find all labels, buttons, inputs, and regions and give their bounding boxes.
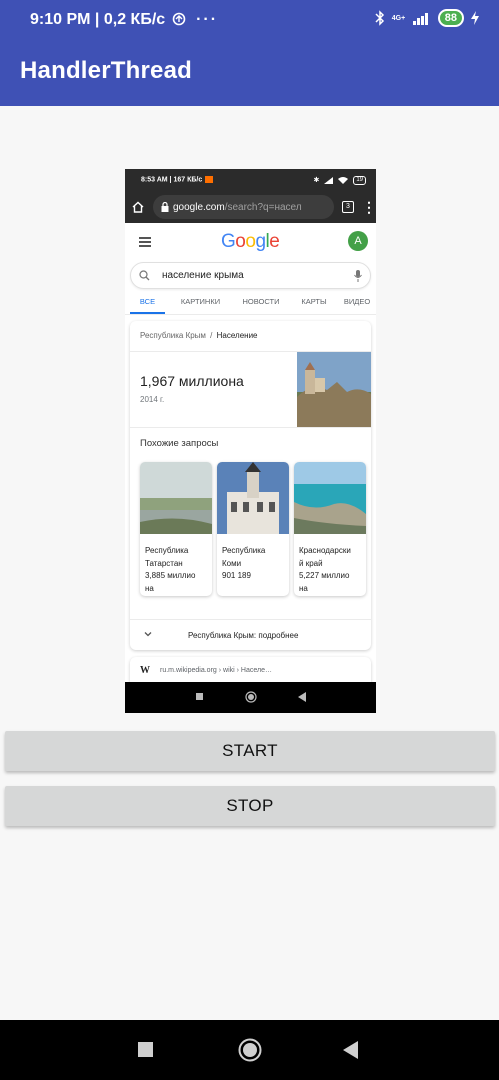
preview-status-icons: ✱ 19 [313,175,366,185]
stop-button[interactable]: STOP [5,786,495,826]
preview-time: 8:53 AM [141,176,168,184]
breadcrumb-current: Население [216,331,258,340]
circle-icon [245,691,257,703]
breadcrumb-parent: Республика Крым [140,331,206,340]
more-row: Республика Крым: подробнее [130,619,371,650]
navigation-bar [0,1020,499,1080]
url-path: /search?q=насел [224,201,302,213]
bluetooth-icon: ✱ [313,177,320,184]
menu-dots-icon: ⋮ [362,199,376,215]
status-text: 9:10 PM | 0,2 КБ/с ··· [30,11,218,29]
status-separator: | [94,11,100,28]
breadcrumb: Республика Крым / Население [130,321,371,352]
back-button[interactable] [343,1041,359,1059]
tabs-count-icon: 3 [342,201,354,213]
castle-photo [297,352,371,427]
google-header: Google A [125,223,376,259]
krasnodar-photo [294,462,366,534]
google-logo-letter: o [245,231,256,252]
population-year: 2014 г. [140,395,165,404]
address-bar: google.com/search?q=насел 3 ⋮ [125,191,376,223]
avatar: A [348,231,368,251]
recents-button[interactable] [138,1042,154,1058]
population-value: 1,967 миллиона [140,373,244,389]
related-line: й край [299,558,323,568]
tab-all: ВСЕ [130,295,165,314]
tab-maps: КАРТЫ [301,297,327,306]
screenshot-preview: 8:53 AM | 167 КБ/с ✱ 19 google.com/searc… [125,169,376,713]
google-logo-letter: g [255,231,266,252]
network-label: 4G+ [391,14,406,22]
preview-speed: 167 КБ/с [173,176,203,184]
status-speed: 0,2 КБ/с [103,11,166,28]
more-dots: ··· [196,11,219,28]
related-line: Республика [145,546,189,555]
wifi-icon [338,176,349,184]
tab-images: КАРТИНКИ [180,297,221,306]
signal-icon [412,12,428,25]
preview-nav-bar [125,682,376,713]
url-domain: google.com [173,201,225,213]
tab-video: ВИДЕО [343,297,371,306]
battery-indicator: 88 [437,9,464,27]
url-field: google.com/search?q=насел [153,195,334,219]
google-logo-letter: G [221,231,236,252]
sync-icon [172,12,185,26]
preview-battery: 19 [353,175,366,185]
lock-icon [161,202,169,212]
app-title: HandlerThread [20,57,192,84]
related-line: Республика [222,546,266,555]
google-logo: Google [221,231,280,253]
related-line: Татарстан [145,558,183,568]
search-tabs: ВСЕ КАРТИНКИ НОВОСТИ КАРТЫ ВИДЕО [125,295,376,315]
hamburger-icon [139,237,151,249]
population-block: 1,967 миллиона 2014 г. [130,352,371,428]
status-bar: 9:10 PM | 0,2 КБ/с ··· 4G+ 88 [0,0,499,36]
related-line: 901 189 [222,571,251,580]
related-title: Похожие запросы [140,438,219,449]
related-line: 5,227 миллио [299,571,350,580]
home-button[interactable] [238,1038,262,1062]
back-icon [298,692,306,702]
status-time: 9:10 PM [30,11,91,28]
preview-status-bar: 8:53 AM | 167 КБ/с ✱ 19 [125,169,376,191]
google-logo-letter: e [269,231,280,252]
related-line: Коми [222,558,242,568]
chevron-down-icon [144,632,152,637]
search-query: население крыма [162,270,244,281]
related-line: 3,885 миллио [145,571,196,580]
mic-icon [354,269,362,282]
wikipedia-logo: W [140,665,150,676]
home-icon [132,201,144,213]
breadcrumb-separator: / [210,331,213,340]
app-header: 9:10 PM | 0,2 КБ/с ··· 4G+ 88 HandlerThr [0,0,499,106]
google-logo-letter: o [235,231,246,252]
status-icons: 4G+ 88 [375,9,479,27]
wiki-url: ru.m.wikipedia.org › wiki › Населе… [160,667,272,674]
tatarstan-photo [140,462,212,534]
related-line: Краснодарски [299,546,351,555]
search-box: население крыма [130,262,371,289]
related-item: Краснодарски й край 5,227 миллио на [294,462,366,596]
related-line: на [145,583,154,593]
related-item: Республика Татарстан 3,885 миллио на [140,462,212,596]
preview-status-text: 8:53 AM | 167 КБ/с [141,176,313,184]
start-button[interactable]: START [5,731,495,771]
notification-icon [205,176,214,184]
more-label: Республика Крым: подробнее [188,631,299,640]
related-line: на [299,583,308,593]
tab-news: НОВОСТИ [242,297,280,306]
bluetooth-icon [375,10,384,26]
square-icon [196,693,203,700]
search-icon [139,270,150,281]
signal-icon [324,176,334,184]
related-item: Республика Коми 901 189 [217,462,289,596]
charging-icon [471,11,479,25]
komi-photo [217,462,289,534]
knowledge-card: Республика Крым / Население 1,967 миллио… [130,321,371,650]
